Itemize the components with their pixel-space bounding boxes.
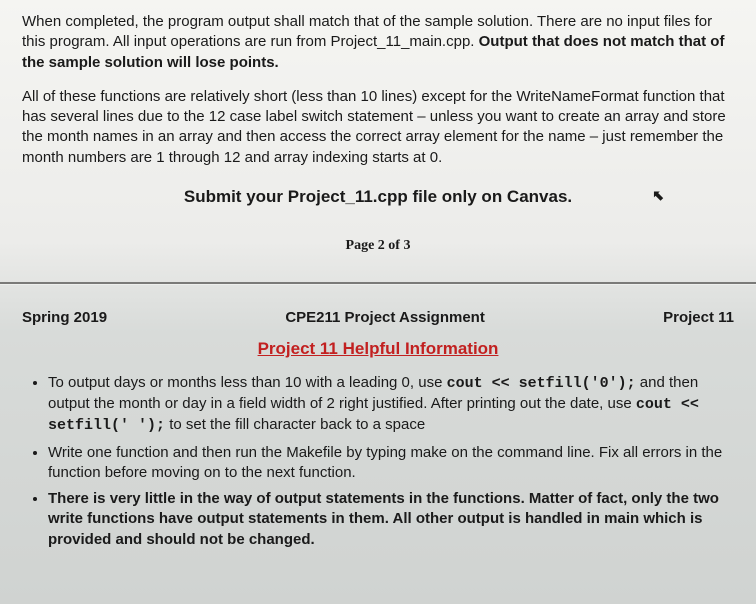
- bullet1-text-c: to set the fill character back to a spac…: [165, 416, 425, 433]
- document-header: Spring 2019 CPE211 Project Assignment Pr…: [22, 308, 734, 328]
- page-divider: [0, 282, 756, 284]
- list-item: Write one function and then run the Make…: [48, 443, 734, 484]
- bullet1-code1: cout << setfill('0');: [447, 375, 636, 392]
- list-item: To output days or months less than 10 wi…: [48, 373, 734, 437]
- page-number: Page 2 of 3: [22, 237, 734, 256]
- cursor-icon: ⬉: [652, 186, 664, 205]
- paragraph-functions-short: All of these functions are relatively sh…: [22, 87, 734, 168]
- submit-instruction-text: Submit your Project_11.cpp file only on …: [184, 187, 572, 206]
- paragraph-output-match: When completed, the program output shall…: [22, 12, 734, 73]
- header-term: Spring 2019: [22, 308, 107, 328]
- helpful-info-list: To output days or months less than 10 wi…: [22, 373, 734, 550]
- list-item: There is very little in the way of outpu…: [48, 489, 734, 550]
- header-project: Project 11: [663, 308, 734, 328]
- header-title: CPE211 Project Assignment: [107, 308, 663, 328]
- section-title: Project 11 Helpful Information: [22, 338, 734, 361]
- submit-instruction: Submit your Project_11.cpp file only on …: [22, 186, 734, 209]
- bullet1-text-a: To output days or months less than 10 wi…: [48, 374, 447, 391]
